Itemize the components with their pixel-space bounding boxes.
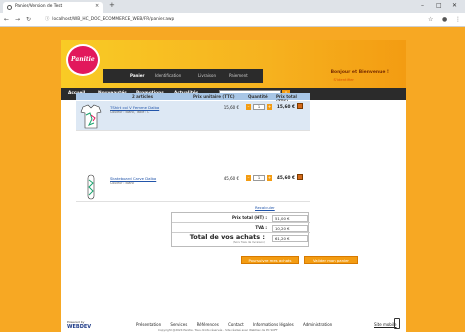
url-text: localhost/WB_HC_DOC_ECOMMERCE_WEB/FR/pan… xyxy=(52,17,175,22)
bookmark-star-icon[interactable]: ☆ xyxy=(428,16,433,23)
continue-shopping-button[interactable]: Poursuivre mes achats xyxy=(241,256,299,264)
tab-title: Panier/Version de Test xyxy=(15,4,63,9)
step-panier: Panier xyxy=(130,73,145,78)
footer-link-admin[interactable]: Administration xyxy=(303,322,332,327)
footer-link-presentation[interactable]: Présentation xyxy=(136,322,161,327)
minimize-icon[interactable]: – xyxy=(421,2,424,9)
info-icon[interactable]: ⓘ xyxy=(45,17,49,22)
footer-link-contact[interactable]: Contact xyxy=(228,322,244,327)
close-tab-icon[interactable]: × xyxy=(95,3,99,9)
col-articles: 2 articles xyxy=(132,94,153,99)
logo-text: Panitie xyxy=(71,56,95,63)
skateboard-thumbnail[interactable] xyxy=(79,174,103,200)
product-desc: Couleur : Blanc, Taille : L xyxy=(110,110,150,114)
menu-kebab-icon[interactable]: ⋮ xyxy=(455,16,461,23)
step-paiement: Paiement xyxy=(229,73,248,78)
browser-tab[interactable]: Panier/Version de Test × xyxy=(3,2,103,13)
new-tab-icon[interactable]: + xyxy=(109,1,115,9)
forward-icon[interactable]: → xyxy=(15,16,20,23)
totals-note: (hors frais de livraison) xyxy=(232,240,265,244)
total-ht-label: Prix total (HT) : xyxy=(231,215,267,220)
webdev-text: WEBDEV xyxy=(67,324,92,330)
browser-tabbar: Panier/Version de Test × + – □ ✕ xyxy=(0,0,465,13)
address-bar: ← → ↻ ⓘ localhost/WB_HC_DOC_ECOMMERCE_WEB… xyxy=(0,13,465,27)
table-row: TShirt col V Femme Dalba Couleur : Blanc… xyxy=(76,101,310,131)
site-logo[interactable]: Panitie xyxy=(66,44,100,76)
validate-cart-button[interactable]: Valider mon panier xyxy=(304,256,358,264)
col-quantity: Quantité xyxy=(248,94,268,99)
tva-row: TVA : 10,20 € xyxy=(172,223,310,233)
maximize-icon[interactable]: □ xyxy=(436,2,442,9)
recalculate-link[interactable]: Recalculer xyxy=(255,205,275,210)
step-identification: Identification xyxy=(155,73,182,78)
webdev-logo[interactable]: Powered by WEBDEV xyxy=(67,320,101,330)
table-row: Skateboard Carve Dalba Couleur : Blanc 4… xyxy=(76,172,310,202)
footer-link-references[interactable]: Références xyxy=(197,322,219,327)
tshirt-thumbnail[interactable] xyxy=(79,103,103,129)
totals-box: Prix total (HT) : 51,00 € TVA : 10,20 € … xyxy=(171,212,310,247)
connect-link[interactable]: S'identifier xyxy=(334,77,355,82)
back-icon[interactable]: ← xyxy=(4,16,9,23)
mobile-phone-icon[interactable] xyxy=(394,318,400,329)
profile-icon[interactable]: ● xyxy=(442,16,447,23)
total-ht-value: 51,00 € xyxy=(272,215,308,222)
col-unit-price: Prix unitaire (TTC) xyxy=(193,94,235,99)
url-field[interactable]: ⓘ localhost/WB_HC_DOC_ECOMMERCE_WEB/FR/pa… xyxy=(45,16,415,24)
line-total: 15,60 € xyxy=(276,105,295,110)
decrease-qty-button[interactable]: – xyxy=(246,175,251,181)
decrease-qty-button[interactable]: – xyxy=(246,104,251,110)
product-desc: Couleur : Blanc xyxy=(110,181,135,185)
cart-header: 2 articles Prix unitaire (TTC) Quantité … xyxy=(76,93,310,104)
delete-item-icon[interactable] xyxy=(297,174,303,180)
footer-links: Présentation Services Références Contact… xyxy=(136,322,340,327)
step-livraison: Livraison xyxy=(198,73,216,78)
unit-price: 45,60 € xyxy=(223,176,239,181)
footer-link-legal[interactable]: Informations légales xyxy=(253,322,294,327)
tva-value: 10,20 € xyxy=(272,225,308,232)
site-favicon-icon xyxy=(7,5,12,10)
reload-icon[interactable]: ↻ xyxy=(26,16,31,23)
copyright-text: Copyright @2024 Panitie. Tous droits rés… xyxy=(158,328,278,332)
close-window-icon[interactable]: ✕ xyxy=(452,2,457,9)
greeting-text: Bonjour et Bienvenue ! xyxy=(330,70,389,75)
footer-link-services[interactable]: Services xyxy=(170,322,187,327)
line-total: 45,60 € xyxy=(276,176,295,181)
tva-label: TVA : xyxy=(255,225,267,230)
unit-price: 15,60 € xyxy=(223,105,239,110)
grand-total-value: 61,20 € xyxy=(272,235,308,242)
total-ht-row: Prix total (HT) : 51,00 € xyxy=(172,213,310,223)
checkout-steps: Panier Identification Livraison Paiement xyxy=(103,69,263,83)
delete-item-icon[interactable] xyxy=(297,103,303,109)
